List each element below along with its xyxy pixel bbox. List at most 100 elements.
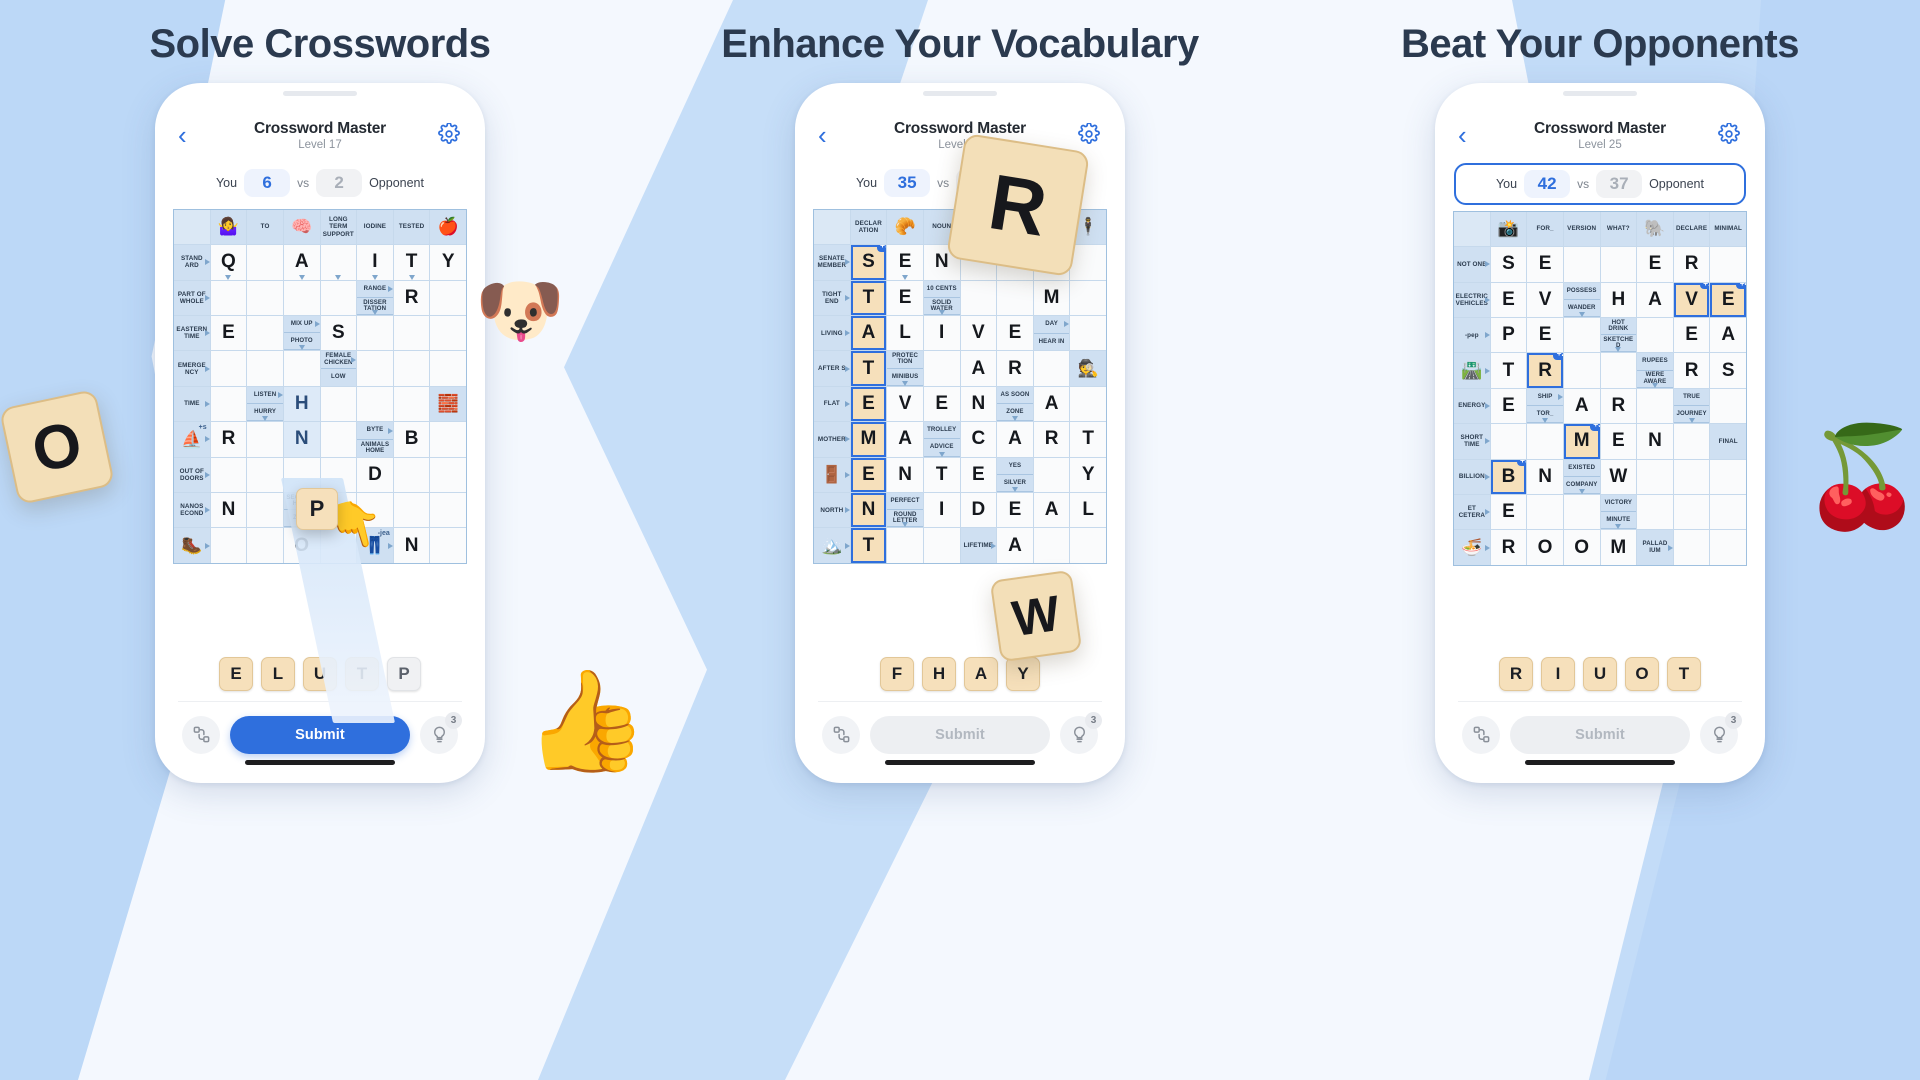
letter-cell[interactable] — [1563, 247, 1600, 282]
clue-cell[interactable]: SENATE MEMBER — [814, 245, 850, 280]
clue-cell[interactable]: PART OF WHOLE — [174, 280, 210, 315]
clue-cell[interactable]: -pep — [1454, 317, 1490, 353]
letter-cell[interactable]: E — [887, 245, 923, 280]
letter-cell[interactable]: W — [1600, 459, 1637, 494]
clue-cell[interactable]: ET CETERA — [1454, 494, 1490, 530]
letter-cell[interactable]: E — [960, 457, 997, 492]
letter-cell[interactable] — [997, 245, 1033, 280]
back-button[interactable]: ‹ — [1458, 122, 1482, 148]
letter-cell[interactable]: B — [393, 422, 430, 457]
letter-cell[interactable] — [247, 422, 283, 457]
letter-cell[interactable]: M — [850, 422, 887, 457]
clue-cell[interactable]: STAND ARD — [174, 245, 210, 280]
letter-cell[interactable]: N — [283, 422, 320, 457]
letter-cell[interactable]: D — [357, 457, 393, 492]
letter-cell[interactable]: A — [960, 351, 997, 386]
clue-cell[interactable]: 🕴️ — [1070, 209, 1106, 245]
clue-cell[interactable]: VERSION — [1563, 211, 1600, 247]
letter-cell[interactable]: N — [887, 457, 923, 492]
clue-cell[interactable]: RANGE DISSER TATION — [357, 280, 393, 315]
letter-cell[interactable]: N — [1637, 424, 1673, 459]
letter-cell[interactable] — [283, 351, 320, 386]
rack-tile[interactable]: O — [1625, 656, 1659, 691]
letter-cell[interactable]: C — [960, 422, 997, 457]
clue-cell[interactable]: PERFECT ROUND LETTER — [887, 492, 923, 528]
letter-cell[interactable]: A — [997, 528, 1033, 563]
clue-cell[interactable]: ⛵ +s — [174, 422, 210, 457]
letter-cell[interactable]: E — [887, 280, 923, 315]
clue-cell[interactable]: 📸 — [1490, 211, 1527, 247]
letter-cell[interactable]: T — [850, 528, 887, 563]
clue-cell[interactable]: NORTH — [814, 492, 850, 528]
gear-icon[interactable] — [438, 122, 462, 147]
clue-cell[interactable]: EASTERN TIME — [174, 315, 210, 351]
clue-cell[interactable]: NANOS ECOND — [174, 492, 210, 528]
letter-cell[interactable]: E — [1637, 247, 1673, 282]
letter-cell[interactable]: S — [320, 315, 357, 351]
rack-tile[interactable]: F — [880, 656, 914, 691]
letter-cell[interactable]: S — [1490, 247, 1527, 282]
letter-cell[interactable]: A — [283, 245, 320, 280]
clue-cell[interactable]: NOT ONE — [1454, 247, 1490, 282]
letter-cell[interactable] — [357, 315, 393, 351]
clue-cell[interactable]: MINIMAL — [1710, 211, 1746, 247]
rack-tile[interactable]: I — [1541, 656, 1575, 691]
letter-cell[interactable]: L — [1070, 492, 1106, 528]
letter-cell[interactable]: Y — [430, 245, 466, 280]
letter-cell[interactable]: R — [393, 280, 430, 315]
clue-cell[interactable]: AS SOON ZONE — [997, 386, 1033, 422]
letter-cell[interactable] — [1070, 386, 1106, 422]
letter-cell[interactable]: N — [960, 386, 997, 422]
letter-cell[interactable]: T — [1070, 422, 1106, 457]
letter-cell[interactable] — [430, 315, 466, 351]
shuffle-icon[interactable] — [182, 715, 220, 754]
letter-cell[interactable]: A — [1563, 388, 1600, 424]
letter-cell[interactable]: R — [1033, 422, 1070, 457]
clue-cell[interactable]: VICTORY MINUTE — [1600, 494, 1637, 530]
letter-cell[interactable]: S — [1710, 353, 1746, 388]
hint-button[interactable]: 3 — [1700, 711, 1742, 754]
letter-cell[interactable] — [1710, 530, 1746, 565]
letter-cell[interactable] — [1070, 315, 1106, 351]
letter-cell[interactable] — [393, 457, 430, 492]
rack-tile[interactable]: L — [261, 656, 295, 691]
clue-cell[interactable]: DECLARE — [1673, 211, 1710, 247]
letter-cell[interactable]: V — [887, 386, 923, 422]
letter-cell[interactable]: N — [923, 245, 960, 280]
letter-cell[interactable]: R — [210, 422, 247, 457]
letter-cell[interactable] — [960, 280, 997, 315]
clue-cell[interactable]: MIX UP PHOTO — [283, 315, 320, 351]
clue-cell[interactable]: DAY HEAR IN — [1033, 315, 1070, 351]
clue-cell[interactable]: OUT OF DOORS — [174, 457, 210, 492]
rack-tile[interactable]: A — [964, 656, 998, 691]
clue-cell[interactable]: 🥐 — [887, 209, 923, 245]
clue-cell[interactable]: TROLLEY ADVICE — [923, 422, 960, 457]
rack-tile[interactable]: T — [1667, 656, 1701, 691]
letter-cell[interactable] — [210, 386, 247, 422]
clue-cell[interactable]: FOR_ — [1527, 211, 1563, 247]
clue-cell[interactable]: 🏔️ — [814, 528, 850, 563]
letter-cell[interactable]: T — [850, 280, 887, 315]
letter-cell[interactable]: R — [1673, 247, 1710, 282]
letter-cell[interactable] — [320, 422, 357, 457]
clue-cell[interactable]: 🚪 — [814, 457, 850, 492]
clue-cell[interactable]: EXISTED COMPANY — [1563, 459, 1600, 494]
letter-cell[interactable]: N — [850, 492, 887, 528]
letter-cell[interactable] — [1710, 459, 1746, 494]
letter-cell[interactable] — [247, 351, 283, 386]
letter-cell[interactable] — [923, 528, 960, 563]
letter-cell[interactable] — [430, 422, 466, 457]
letter-cell[interactable] — [283, 280, 320, 315]
letter-cell[interactable]: B+5 — [1490, 459, 1527, 494]
letter-cell[interactable] — [1710, 247, 1746, 282]
letter-cell[interactable] — [320, 386, 357, 422]
letter-cell[interactable] — [960, 245, 997, 280]
clue-cell[interactable]: 🥾 — [174, 528, 210, 563]
letter-cell[interactable]: E — [1673, 317, 1710, 353]
letter-cell[interactable]: P — [1490, 317, 1527, 353]
letter-cell[interactable] — [1673, 459, 1710, 494]
clue-cell[interactable]: LISTEN HURRY — [247, 386, 283, 422]
clue-cell[interactable]: EMERGE NCY — [174, 351, 210, 386]
gear-icon[interactable] — [1718, 122, 1742, 147]
letter-cell[interactable]: T — [393, 245, 430, 280]
